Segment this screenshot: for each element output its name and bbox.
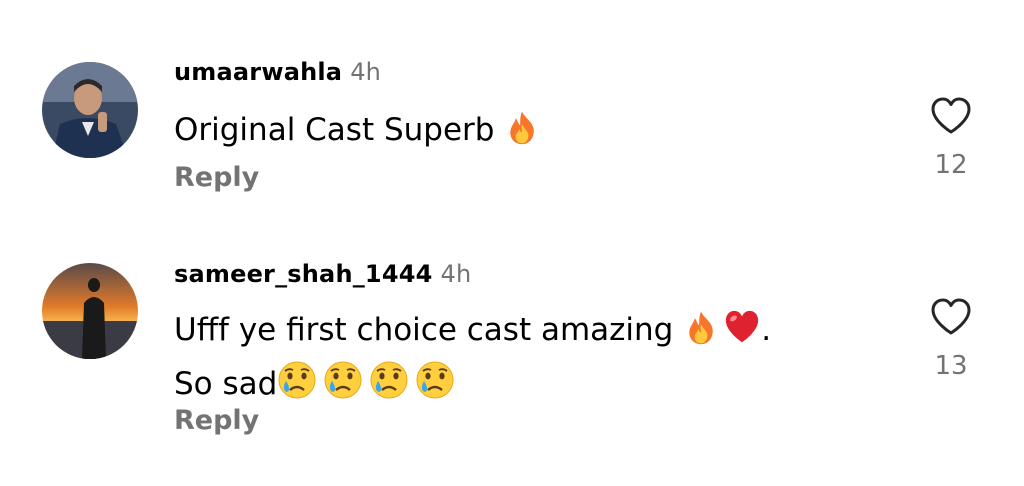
like-count: 13 <box>934 351 968 381</box>
avatar[interactable] <box>42 263 138 359</box>
heart-outline-icon[interactable] <box>925 297 977 337</box>
red-heart-emoji <box>723 308 761 358</box>
comment-item: sameer_shah_1444 4h Ufff ye first choice … <box>0 0 1024 486</box>
comment-text: Ufff ye first choice cast amazing . So s… <box>174 308 771 412</box>
comment-time: 4h <box>440 260 472 288</box>
crying-face-emoji <box>369 360 409 412</box>
crying-face-emoji <box>415 360 455 412</box>
comment-username[interactable]: sameer_shah_1444 4h <box>174 260 471 288</box>
fire-emoji <box>683 310 719 358</box>
crying-face-emoji <box>277 360 317 412</box>
reply-button[interactable]: Reply <box>174 405 259 436</box>
crying-face-emoji <box>323 360 363 412</box>
like-button[interactable]: 13 <box>925 297 977 381</box>
